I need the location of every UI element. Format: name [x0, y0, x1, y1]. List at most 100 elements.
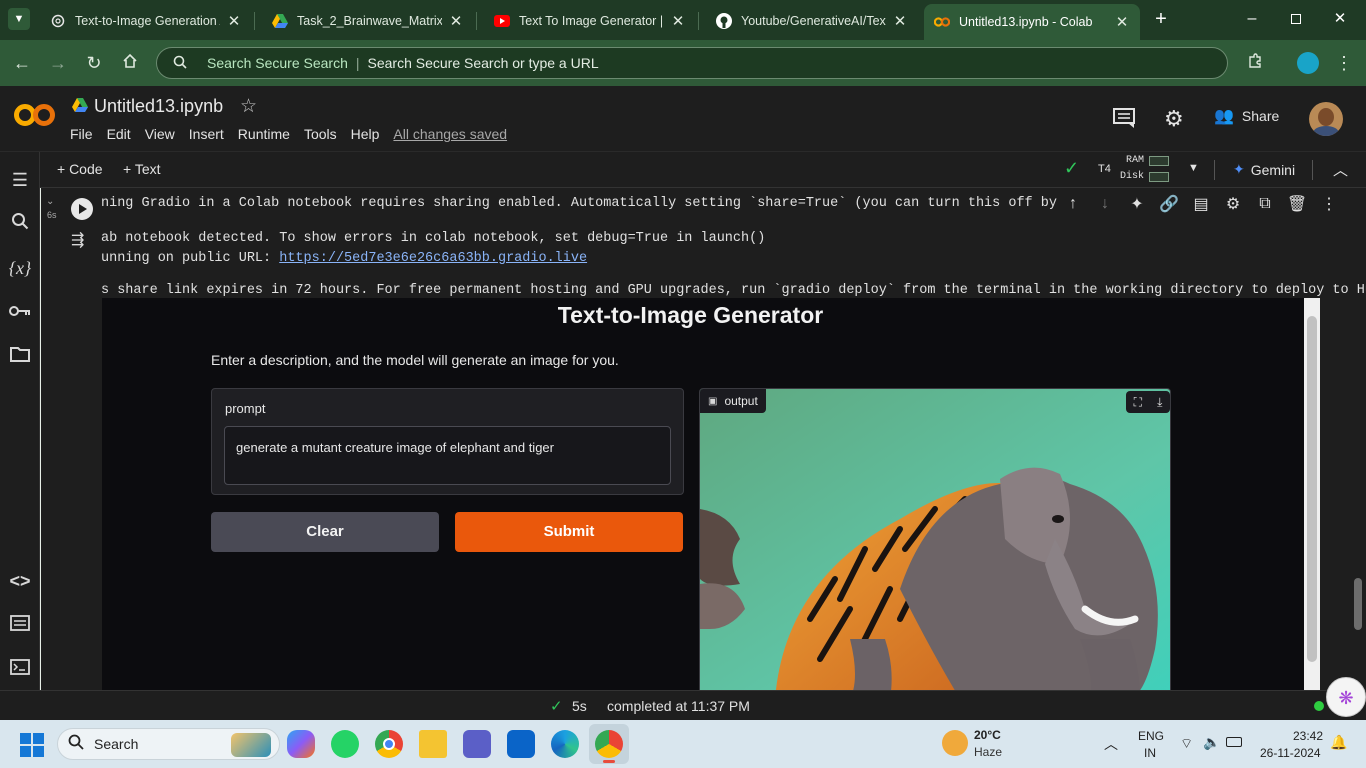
home-button[interactable]	[117, 50, 143, 76]
chrome-icon[interactable]	[375, 730, 403, 758]
close-icon[interactable]: ✕	[670, 12, 686, 30]
fullscreen-icon[interactable]: ⛶	[1134, 395, 1142, 410]
notification-bell-icon[interactable]: 🔔	[1330, 734, 1347, 751]
edge-icon[interactable]	[551, 730, 579, 758]
tab-label: Youtube/GenerativeAI/TextT	[741, 14, 886, 28]
profile-avatar[interactable]	[1297, 52, 1319, 74]
mail-icon[interactable]	[507, 730, 535, 758]
gradio-iframe-scrollbar[interactable]	[1304, 298, 1320, 690]
runtime-type[interactable]: T4	[1098, 163, 1111, 175]
share-button[interactable]: 👥 Share	[1214, 106, 1279, 126]
output-menu-icon[interactable]: ⇶	[71, 230, 84, 250]
user-avatar[interactable]	[1309, 102, 1343, 136]
cell-exec-time: 6s	[47, 210, 57, 220]
submit-button[interactable]: Submit	[455, 512, 683, 552]
close-icon[interactable]: ✕	[226, 12, 242, 30]
mirror-cell-icon[interactable]: ⧉	[1249, 195, 1281, 213]
language-1[interactable]: ENG	[1138, 729, 1164, 743]
new-tab-button[interactable]: +	[1150, 8, 1172, 30]
tab-github-generative-ai[interactable]: Youtube/GenerativeAI/TextT ✕	[706, 6, 918, 36]
tray-chevron-icon[interactable]: ︿	[1104, 734, 1118, 754]
code-snippets-icon[interactable]: <>	[8, 569, 32, 593]
wifi-icon[interactable]: ⌔	[1180, 735, 1193, 753]
prompt-label: prompt	[225, 401, 266, 416]
menu-runtime[interactable]: Runtime	[238, 126, 290, 142]
save-status[interactable]: All changes saved	[393, 126, 507, 142]
clock-time[interactable]: 23:42	[1293, 729, 1323, 743]
collapse-cell-icon[interactable]: ⌄	[46, 196, 54, 207]
delete-icon[interactable]: 🗑	[1281, 194, 1313, 214]
search-engine-chip[interactable]: Search Secure Search	[207, 55, 348, 71]
close-icon[interactable]: ✕	[448, 12, 464, 30]
file-explorer-icon[interactable]	[419, 730, 447, 758]
colab-logo[interactable]	[14, 100, 56, 135]
link-icon[interactable]: 🔗	[1153, 194, 1185, 214]
tab-youtube-text-to-image[interactable]: Text To Image Generator | M ✕	[484, 6, 696, 36]
close-icon[interactable]: ✕	[892, 12, 908, 30]
settings-icon[interactable]: ⚙	[1217, 194, 1249, 214]
address-bar[interactable]: Search Secure Search | Search Secure Sea…	[156, 47, 1228, 79]
menu-help[interactable]: Help	[351, 126, 380, 142]
status-completed: completed at 11:37 PM	[607, 698, 750, 714]
close-window-button[interactable]: ✕	[1326, 8, 1354, 30]
browser-menu-button[interactable]: ⋮	[1331, 50, 1357, 76]
more-options-icon[interactable]: ⋮	[1313, 194, 1345, 214]
add-text-button[interactable]: + Text	[123, 161, 161, 177]
tab-task-2-brainwave[interactable]: Task_2_Brainwave_Matrix_So ✕	[262, 6, 474, 36]
search-icon[interactable]	[8, 212, 32, 236]
teams-icon[interactable]	[463, 730, 491, 758]
minimize-button[interactable]: –	[1238, 8, 1266, 30]
notebook-title[interactable]: Untitled13.ipynb	[94, 96, 223, 117]
settings-icon[interactable]: ⚙	[1164, 106, 1184, 132]
whatsapp-icon[interactable]	[331, 730, 359, 758]
close-icon[interactable]: ✕	[1114, 13, 1130, 31]
gemini-sparkle-icon[interactable]: ✦	[1121, 194, 1153, 214]
terminal-icon[interactable]	[8, 657, 32, 681]
star-icon[interactable]: ☆	[240, 95, 257, 118]
comments-icon[interactable]	[1113, 108, 1135, 133]
weather-temp[interactable]: 20°C	[974, 728, 1001, 742]
menu-insert[interactable]: Insert	[189, 126, 224, 142]
tab-text-to-image-generation[interactable]: Text-to-Image Generation A ✕	[40, 6, 252, 36]
extensions-button[interactable]	[1242, 50, 1268, 76]
reload-button[interactable]: ↻	[81, 50, 107, 76]
add-code-button[interactable]: + Code	[57, 161, 103, 177]
address-input[interactable]: Search Secure Search or type a URL	[368, 55, 599, 71]
clear-button[interactable]: Clear	[211, 512, 439, 552]
menu-tools[interactable]: Tools	[304, 126, 337, 142]
copilot-icon[interactable]	[287, 730, 315, 758]
files-folder-icon[interactable]	[8, 344, 32, 368]
secrets-key-icon[interactable]	[8, 300, 32, 324]
maximize-button[interactable]	[1282, 8, 1310, 30]
gemini-floating-button[interactable]: ❋	[1326, 677, 1366, 717]
collapse-header-button[interactable]: ︿	[1333, 159, 1348, 180]
tab-list-button[interactable]: ▼	[8, 8, 30, 30]
command-palette-icon[interactable]	[8, 613, 32, 637]
gemini-button[interactable]: ✦ Gemini	[1233, 161, 1295, 178]
menu-edit[interactable]: Edit	[107, 126, 131, 142]
menu-file[interactable]: File	[70, 126, 93, 142]
variables-icon[interactable]: {x}	[8, 256, 32, 280]
resources-dropdown[interactable]: ▼	[1188, 162, 1199, 174]
weather-icon[interactable]	[942, 730, 968, 756]
active-app-highlight[interactable]	[589, 724, 629, 764]
battery-icon[interactable]	[1226, 737, 1242, 747]
prompt-textbox[interactable]: generate a mutant creature image of elep…	[224, 426, 671, 485]
share-label: Share	[1241, 108, 1280, 124]
volume-icon[interactable]: 🔈	[1203, 734, 1220, 751]
page-scrollbar[interactable]	[1354, 578, 1362, 630]
public-url-link[interactable]: https://5ed7e3e6e26c6a63bb.gradio.live	[279, 251, 587, 266]
forward-button[interactable]: →	[45, 50, 71, 76]
menu-view[interactable]: View	[145, 126, 175, 142]
openai-icon	[50, 13, 66, 29]
tab-untitled13-colab[interactable]: Untitled13.ipynb - Colab ✕	[924, 4, 1140, 40]
comment-icon[interactable]: ▤	[1185, 194, 1217, 214]
taskbar-search[interactable]: Search	[57, 728, 280, 760]
table-of-contents-icon[interactable]: ☰	[8, 168, 32, 192]
back-button[interactable]: ←	[9, 50, 35, 76]
move-up-icon[interactable]: ↑	[1057, 195, 1089, 213]
run-cell-button[interactable]	[71, 198, 93, 220]
start-button[interactable]	[20, 733, 44, 757]
move-down-icon[interactable]: ↓	[1089, 195, 1121, 213]
download-icon[interactable]: ⤓	[1157, 395, 1162, 410]
